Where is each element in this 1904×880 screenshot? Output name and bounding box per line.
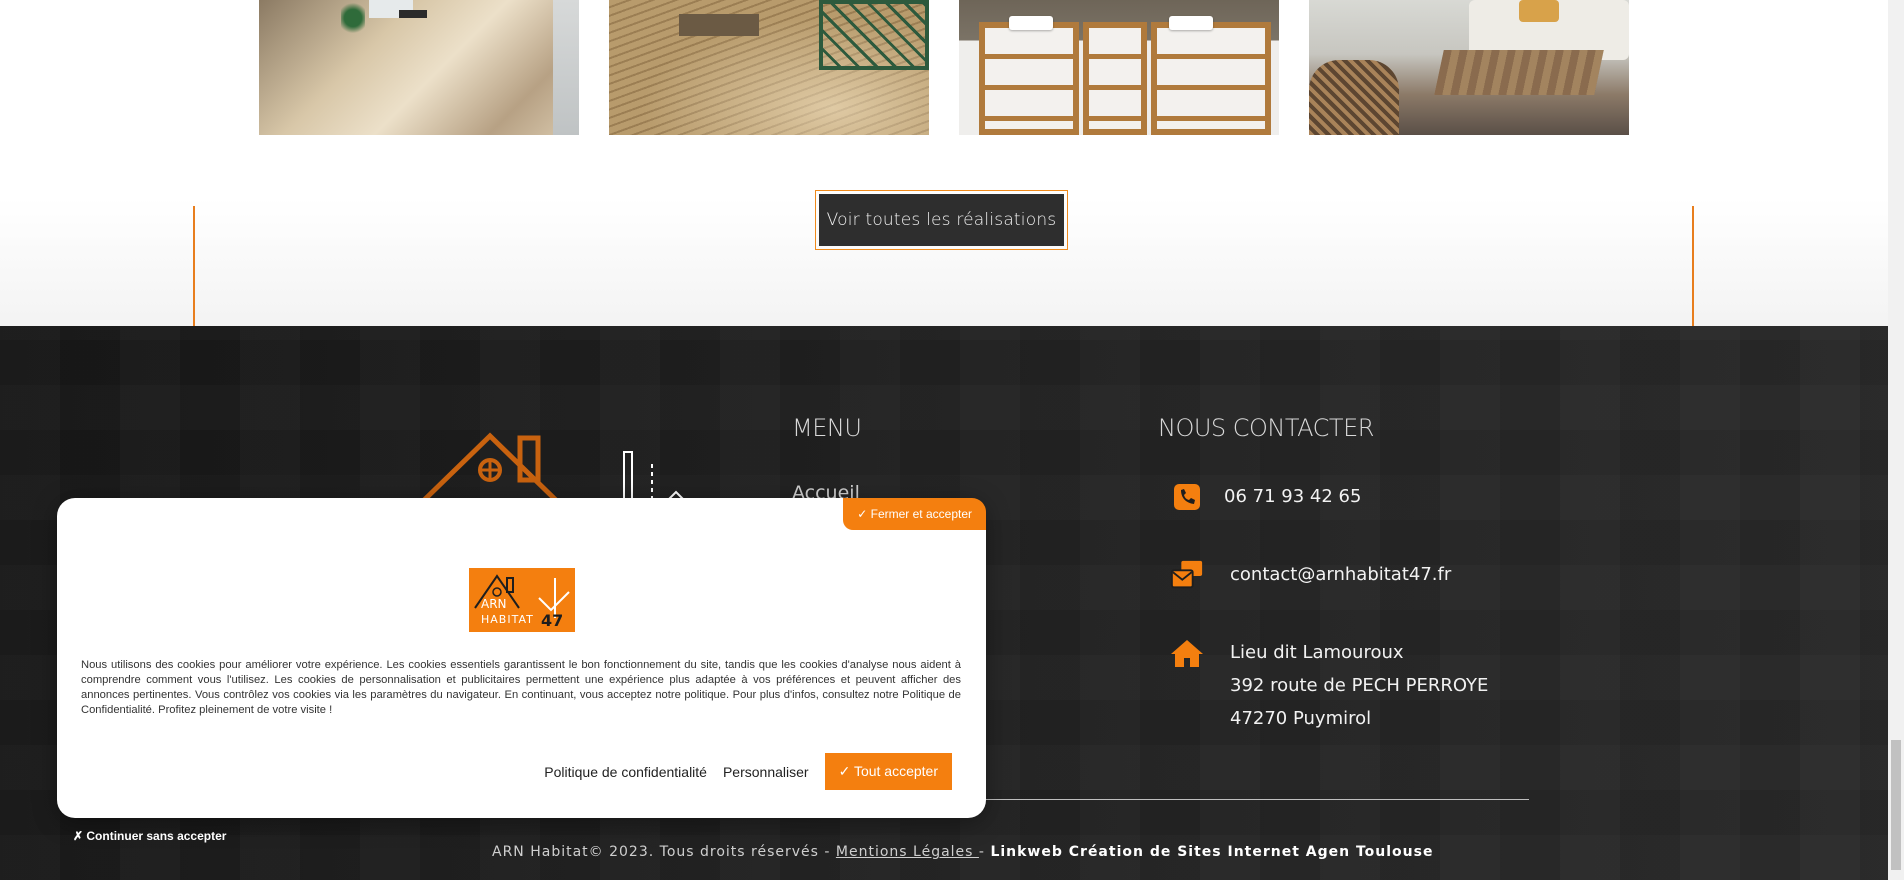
decorative-line-left [193, 206, 195, 326]
accept-all-button[interactable]: ✓ Tout accepter [824, 753, 952, 790]
see-all-realisations-button[interactable]: Voir toutes les réalisations [819, 194, 1064, 246]
continue-without-accepting-button[interactable]: ✗ Continuer sans accepter [73, 829, 226, 843]
contact-phone-row[interactable]: 06 71 93 42 65 [1170, 480, 1361, 514]
gallery-image-2[interactable] [609, 0, 929, 135]
logo-text-habitat: HABITAT [481, 613, 534, 626]
home-icon [1170, 636, 1204, 670]
realisations-section: Voir toutes les réalisations [0, 0, 1888, 330]
page-scrollbar[interactable] [1888, 0, 1904, 880]
gallery-image-3[interactable] [959, 0, 1279, 135]
basin-decor [1169, 16, 1213, 30]
customize-button[interactable]: Personnaliser [723, 764, 809, 780]
basin-decor [1009, 16, 1053, 30]
cookie-actions: Politique de confidentialité Personnalis… [544, 753, 952, 790]
contact-email[interactable]: contact@arnhabitat47.fr [1230, 558, 1451, 591]
chair-decor [1309, 60, 1399, 135]
shelf-decor [979, 22, 1079, 135]
mat-decor [399, 10, 427, 18]
plant-decor [341, 0, 365, 36]
agency-credit[interactable]: Linkweb Création de Sites Internet Agen … [990, 844, 1433, 860]
phone-icon [1170, 480, 1204, 514]
wall-decor [553, 0, 579, 135]
scrollbar-thumb[interactable] [1891, 740, 1901, 870]
footer-logo[interactable] [410, 428, 690, 508]
contact-address: Lieu dit Lamouroux 392 route de PECH PER… [1230, 636, 1488, 735]
pillow-decor [1519, 0, 1559, 22]
address-line-3: 47270 Puymirol [1230, 708, 1372, 729]
footer-menu-title: MENU [792, 414, 862, 442]
cookie-consent-dialog: ✓ Fermer et accepter ARN HABITAT 47 Nous… [57, 498, 986, 818]
footer-contact-title: NOUS CONTACTER [1158, 414, 1374, 442]
envelope-icon [1170, 558, 1204, 592]
cookie-message: Nous utilisons des cookies pour améliore… [81, 659, 961, 716]
close-and-accept-button[interactable]: ✓ Fermer et accepter [843, 498, 986, 530]
address-line-2: 392 route de PECH PERROYE [1230, 675, 1489, 696]
copyright-bar: ARN Habitat© 2023. Tous droits réservés … [492, 844, 1433, 860]
pool-decor [679, 14, 759, 36]
contact-phone[interactable]: 06 71 93 42 65 [1224, 480, 1361, 513]
address-line-1: Lieu dit Lamouroux [1230, 642, 1404, 663]
decorative-line-right [1692, 206, 1694, 326]
gallery-image-1[interactable] [259, 0, 579, 135]
contact-address-row: Lieu dit Lamouroux 392 route de PECH PER… [1170, 636, 1488, 735]
contact-email-row[interactable]: contact@arnhabitat47.fr [1170, 558, 1451, 592]
shelf-decor [1151, 22, 1271, 135]
logo-text-47: 47 [541, 611, 563, 630]
railing-decor [819, 0, 929, 70]
shelf-decor [1083, 22, 1147, 135]
footer-divider [940, 799, 1529, 800]
copyright-separator: - [978, 844, 991, 860]
legal-notice-link[interactable]: Mentions Légales [836, 844, 979, 860]
privacy-policy-button[interactable]: Politique de confidentialité [544, 764, 707, 780]
logo-text-arn: ARN [481, 597, 507, 611]
cookie-brand-logo: ARN HABITAT 47 [469, 568, 575, 632]
copyright-text: ARN Habitat© 2023. Tous droits réservés … [492, 844, 836, 860]
gallery-image-4[interactable] [1309, 0, 1629, 135]
house-icon [416, 432, 564, 508]
cta-frame: Voir toutes les réalisations [815, 190, 1068, 250]
table-decor [1434, 50, 1604, 95]
